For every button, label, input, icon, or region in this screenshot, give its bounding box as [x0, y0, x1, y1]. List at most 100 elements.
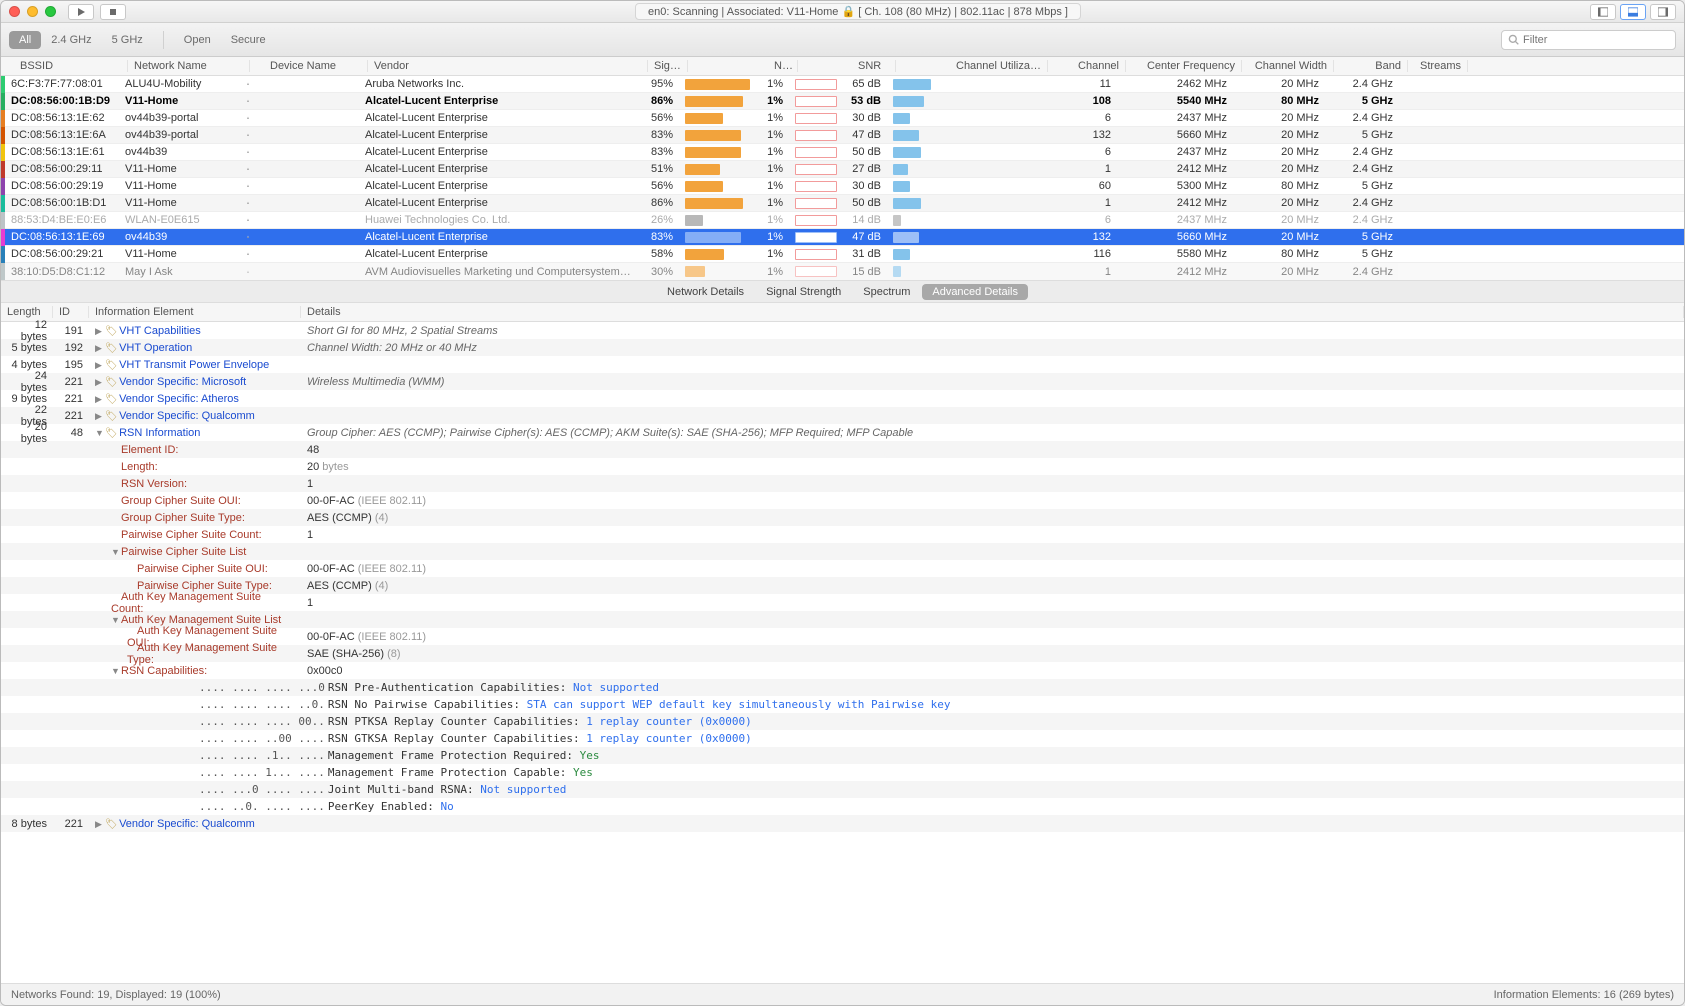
chevron-icon[interactable]: ▶ [95, 411, 105, 422]
detail-row[interactable]: 8 bytes221▶🏷 Vendor Specific: Qualcomm [1, 815, 1684, 832]
col-devname[interactable]: Device Name [264, 60, 368, 72]
ie-detail: 0x00c0 [301, 665, 1684, 677]
cell-band: 5 GHz [1325, 180, 1399, 192]
ie-id: 221 [53, 818, 89, 830]
detail-row[interactable]: Auth Key Management Suite Count:1 [1, 594, 1684, 611]
seg-5ghz[interactable]: 5 GHz [102, 31, 153, 49]
chevron-icon[interactable]: ▶ [95, 326, 105, 337]
detail-row[interactable]: 5 bytes192▶🏷 VHT OperationChannel Width:… [1, 339, 1684, 356]
dcol-ie[interactable]: Information Element [89, 306, 301, 318]
chevron-icon[interactable]: ▼ [111, 615, 121, 625]
cell-channel: 132 [1039, 231, 1117, 243]
table-row[interactable]: 88:53:D4:BE:E0:E6WLAN-E0E615Huawei Techn… [1, 212, 1684, 229]
chevron-icon[interactable]: ▶ [95, 360, 105, 371]
detail-row[interactable]: Element ID:48 [1, 441, 1684, 458]
table-row[interactable]: DC:08:56:13:1E:69ov44b39Alcatel-Lucent E… [1, 229, 1684, 246]
detail-row[interactable]: Pairwise Cipher Suite OUI:00-0F-AC (IEEE… [1, 560, 1684, 577]
zoom-icon[interactable] [45, 6, 56, 17]
chevron-icon[interactable]: ▶ [95, 819, 105, 830]
table-row[interactable]: 6C:F3:7F:77:08:01ALU4U-MobilityAruba Net… [1, 76, 1684, 93]
stop-button[interactable] [100, 4, 126, 20]
col-noise[interactable]: Noise [768, 60, 798, 72]
search-box[interactable] [1501, 30, 1676, 50]
col-band[interactable]: Band [1334, 60, 1408, 72]
layout-right-icon[interactable] [1650, 4, 1676, 20]
detail-row[interactable]: .... ...0 .... .... Joint Multi-band RSN… [1, 781, 1684, 798]
detail-row[interactable]: .... .... .... ...0 RSN Pre-Authenticati… [1, 679, 1684, 696]
seg-all[interactable]: All [9, 31, 41, 49]
play-button[interactable] [68, 4, 94, 20]
close-icon[interactable] [9, 6, 20, 17]
dcol-length[interactable]: Length [1, 306, 53, 318]
detail-row[interactable]: Group Cipher Suite OUI:00-0F-AC (IEEE 80… [1, 492, 1684, 509]
ie-detail: 00-0F-AC (IEEE 802.11) [301, 631, 1684, 643]
col-signal[interactable]: Signal [648, 60, 688, 72]
dcol-details[interactable]: Details [301, 306, 1684, 318]
minimize-icon[interactable] [27, 6, 38, 17]
ie-name: ▼Pairwise Cipher Suite List [89, 546, 301, 558]
dcol-id[interactable]: ID [53, 306, 89, 318]
tab-advanced-details[interactable]: Advanced Details [922, 284, 1028, 300]
col-chwidth[interactable]: Channel Width [1242, 60, 1334, 72]
ie-name: ▶🏷 VHT Operation [89, 342, 301, 354]
cap-value: 1 replay counter (0x0000) [586, 715, 752, 728]
detail-row[interactable]: .... .... .1.. .... Management Frame Pro… [1, 747, 1684, 764]
detail-row[interactable]: .... .... .... 00.. RSN PTKSA Replay Cou… [1, 713, 1684, 730]
cap-value: Not supported [573, 681, 659, 694]
table-row[interactable]: DC:08:56:00:29:21V11-HomeAlcatel-Lucent … [1, 246, 1684, 263]
table-row[interactable]: DC:08:56:00:29:19V11-HomeAlcatel-Lucent … [1, 178, 1684, 195]
chevron-icon[interactable]: ▶ [95, 343, 105, 354]
detail-row[interactable]: 12 bytes191▶🏷 VHT CapabilitiesShort GI f… [1, 322, 1684, 339]
seg-secure[interactable]: Secure [221, 31, 276, 49]
detail-row[interactable]: 20 bytes48▼🏷 RSN InformationGroup Cipher… [1, 424, 1684, 441]
col-vendor[interactable]: Vendor [368, 60, 648, 72]
layout-bottom-icon[interactable] [1620, 4, 1646, 20]
table-row[interactable]: DC:08:56:13:1E:6Aov44b39-portalAlcatel-L… [1, 127, 1684, 144]
detail-row[interactable]: .... .... 1... .... Management Frame Pro… [1, 764, 1684, 781]
search-input[interactable] [1523, 34, 1669, 46]
detail-row[interactable]: Pairwise Cipher Suite Count:1 [1, 526, 1684, 543]
seg-24ghz[interactable]: 2.4 GHz [41, 31, 101, 49]
table-row[interactable]: DC:08:56:13:1E:62ov44b39-portalAlcatel-L… [1, 110, 1684, 127]
table-row[interactable]: DC:08:56:00:29:11V11-HomeAlcatel-Lucent … [1, 161, 1684, 178]
col-netname[interactable]: Network Name [128, 60, 250, 72]
detail-row[interactable]: .... .... ..00 .... RSN GTKSA Replay Cou… [1, 730, 1684, 747]
chevron-icon[interactable]: ▼ [111, 666, 121, 676]
detail-row[interactable]: .... .... .... ..0. RSN No Pairwise Capa… [1, 696, 1684, 713]
col-snr[interactable]: SNR [852, 60, 896, 72]
layout-left-icon[interactable] [1590, 4, 1616, 20]
col-centerfreq[interactable]: Center Frequency [1126, 60, 1242, 72]
lock-icon [241, 164, 255, 174]
detail-row[interactable]: .... ..0. .... .... PeerKey Enabled: No [1, 798, 1684, 815]
detail-row[interactable]: 4 bytes195▶🏷 VHT Transmit Power Envelope [1, 356, 1684, 373]
signal-bar [679, 164, 759, 175]
table-row[interactable]: 38:10:D5:D8:C1:12May I AskAVM Audiovisue… [1, 263, 1684, 280]
tab-spectrum[interactable]: Spectrum [853, 284, 920, 300]
detail-row[interactable]: ▼RSN Capabilities:0x00c0 [1, 662, 1684, 679]
col-chutil[interactable]: Channel Utilization [950, 60, 1048, 72]
col-stream[interactable]: Streams [1408, 60, 1468, 72]
detail-row[interactable]: ▼Pairwise Cipher Suite List [1, 543, 1684, 560]
tab-network-details[interactable]: Network Details [657, 284, 754, 300]
col-channel[interactable]: Channel [1048, 60, 1126, 72]
detail-row[interactable]: 9 bytes221▶🏷 Vendor Specific: Atheros [1, 390, 1684, 407]
detail-row[interactable]: Auth Key Management Suite Type:SAE (SHA-… [1, 645, 1684, 662]
col-bssid[interactable]: BSSID [14, 60, 128, 72]
tab-signal-strength[interactable]: Signal Strength [756, 284, 851, 300]
chevron-icon[interactable]: ▼ [95, 428, 105, 438]
detail-row[interactable]: Length:20 bytes [1, 458, 1684, 475]
cell-channel: 116 [1039, 248, 1117, 260]
chevron-icon[interactable]: ▶ [95, 377, 105, 388]
ie-id: 195 [53, 359, 89, 371]
signal-bar [679, 266, 759, 277]
chevron-icon[interactable]: ▼ [111, 547, 121, 557]
detail-row[interactable]: RSN Version:1 [1, 475, 1684, 492]
detail-row[interactable]: Group Cipher Suite Type:AES (CCMP) (4) [1, 509, 1684, 526]
table-row[interactable]: DC:08:56:00:1B:D9V11-HomeAlcatel-Lucent … [1, 93, 1684, 110]
detail-row[interactable]: 22 bytes221▶🏷 Vendor Specific: Qualcomm [1, 407, 1684, 424]
table-row[interactable]: DC:08:56:00:1B:D1V11-HomeAlcatel-Lucent … [1, 195, 1684, 212]
seg-open[interactable]: Open [174, 31, 221, 49]
chevron-icon[interactable]: ▶ [95, 394, 105, 405]
detail-row[interactable]: 24 bytes221▶🏷 Vendor Specific: Microsoft… [1, 373, 1684, 390]
table-row[interactable]: DC:08:56:13:1E:61ov44b39Alcatel-Lucent E… [1, 144, 1684, 161]
